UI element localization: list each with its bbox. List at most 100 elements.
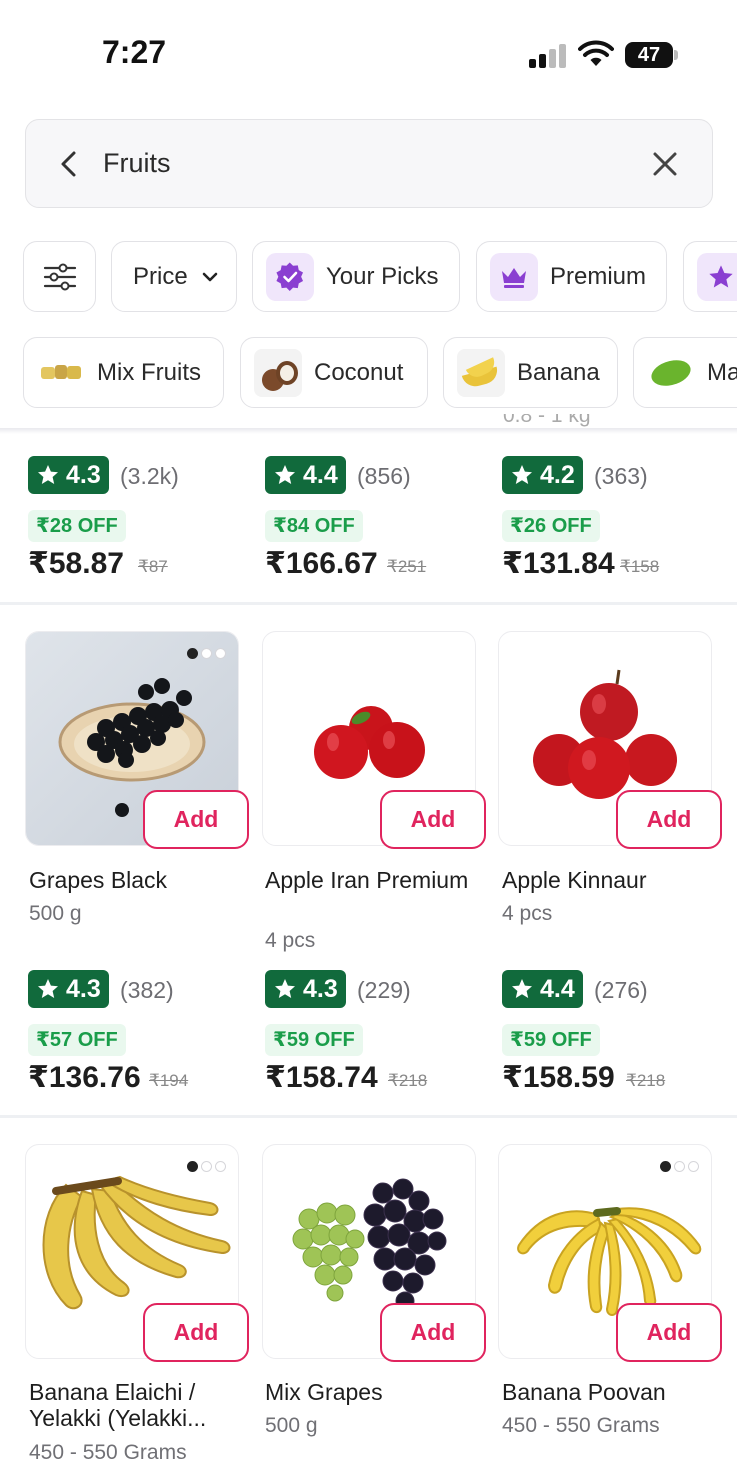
star-icon <box>275 465 295 484</box>
back-arrow-icon[interactable] <box>58 150 80 178</box>
coconut-label: Coconut <box>314 358 404 386</box>
price: ₹136.76 <box>28 1061 141 1094</box>
product-name: Grapes Black <box>29 867 168 893</box>
star-icon <box>512 979 532 998</box>
discount-badge: ₹57 OFF <box>28 1024 126 1056</box>
discount-badge: ₹84 OFF <box>265 510 363 542</box>
category-mix-fruits[interactable]: Mix Fruits <box>23 337 224 408</box>
mix-fruits-image <box>37 348 85 397</box>
sliders-icon <box>43 263 76 290</box>
price: ₹166.67 <box>265 547 378 580</box>
star-icon <box>38 979 58 998</box>
wifi-icon <box>578 40 614 66</box>
rating-badge: 4.4 <box>502 970 583 1008</box>
battery-cap <box>674 50 678 60</box>
category-mango[interactable]: Ma <box>633 337 737 408</box>
product-name: Apple Kinnaur <box>502 867 647 893</box>
price: ₹158.74 <box>265 1061 378 1094</box>
price-filter-dropdown[interactable]: Price <box>111 241 237 312</box>
rating-count: (856) <box>357 463 411 489</box>
rating-count: (276) <box>594 977 648 1003</box>
discount-badge: ₹26 OFF <box>502 510 600 542</box>
your-picks-filter[interactable]: Your Picks <box>252 241 460 312</box>
product-name: Banana Poovan <box>502 1379 666 1405</box>
discount-badge: ₹59 OFF <box>502 1024 600 1056</box>
rating-value: 4.2 <box>540 460 575 489</box>
mrp: ₹158 <box>620 557 660 576</box>
category-coconut[interactable]: Coconut <box>240 337 428 408</box>
rating-count: (229) <box>357 977 411 1003</box>
category-banana[interactable]: Banana <box>443 337 618 408</box>
row-separator <box>0 602 737 605</box>
search-input[interactable]: Fruits <box>103 148 171 179</box>
star-icon <box>697 252 737 301</box>
premium-label: Premium <box>550 262 647 290</box>
rating-count: (382) <box>120 977 174 1003</box>
price-filter-label: Price <box>133 262 188 290</box>
banana-label: Banana <box>517 358 600 386</box>
chevron-down-icon <box>202 272 217 281</box>
close-icon[interactable] <box>652 151 678 177</box>
mrp: ₹194 <box>149 1071 189 1090</box>
image-pagination <box>660 1161 699 1172</box>
add-button[interactable]: Add <box>143 790 249 849</box>
price: ₹131.84 <box>502 547 615 580</box>
price: ₹58.87 <box>28 547 124 580</box>
product-name: Banana Elaichi / Yelakki (Yelakki... <box>29 1379 207 1431</box>
banana-image <box>457 348 505 397</box>
search-bar[interactable]: Fruits <box>25 119 713 208</box>
status-bar: 7:27 47 <box>0 0 737 100</box>
rating-badge: 4.3 <box>265 970 346 1008</box>
product-name: Mix Grapes <box>265 1379 383 1405</box>
verified-badge-icon <box>266 252 314 301</box>
product-quantity: 4 pcs <box>265 929 316 952</box>
mrp: ₹251 <box>387 557 427 576</box>
product-quantity: 4 pcs <box>502 902 553 925</box>
add-button[interactable]: Add <box>380 790 486 849</box>
add-button[interactable]: Add <box>380 1303 486 1362</box>
price: ₹158.59 <box>502 1061 615 1094</box>
rating-badge: 4.4 <box>265 456 346 494</box>
rating-count: (363) <box>594 463 648 489</box>
product-quantity: 450 - 550 Grams <box>29 1441 187 1464</box>
rating-value: 4.3 <box>66 974 101 1003</box>
discount-badge: ₹28 OFF <box>28 510 126 542</box>
mango-image <box>647 348 695 397</box>
star-icon <box>275 979 295 998</box>
rating-badge: 4.3 <box>28 456 109 494</box>
add-button[interactable]: Add <box>143 1303 249 1362</box>
cellular-signal-icon <box>529 42 569 68</box>
image-pagination <box>187 1161 226 1172</box>
battery-icon: 47 <box>625 42 673 68</box>
mrp: ₹218 <box>388 1071 428 1090</box>
star-icon <box>512 465 532 484</box>
mrp: ₹87 <box>138 557 168 576</box>
crown-icon <box>490 252 538 301</box>
row-separator <box>0 1115 737 1118</box>
add-button[interactable]: Add <box>616 790 722 849</box>
rating-value: 4.3 <box>66 460 101 489</box>
rating-badge: 4.3 <box>28 970 109 1008</box>
image-pagination <box>187 648 226 659</box>
extra-filter-chip[interactable] <box>683 241 737 312</box>
rating-count: (3.2k) <box>120 463 179 489</box>
mrp: ₹218 <box>626 1071 666 1090</box>
rating-value: 4.4 <box>303 460 338 489</box>
mango-label: Ma <box>707 358 737 386</box>
clipped-qty: 0.8 - 1 kg <box>503 414 591 427</box>
star-icon <box>38 465 58 484</box>
rating-value: 4.3 <box>303 974 338 1003</box>
mix-fruits-label: Mix Fruits <box>97 358 201 386</box>
rating-value: 4.4 <box>540 974 575 1003</box>
product-name: Apple Iran Premium <box>265 867 469 893</box>
premium-filter[interactable]: Premium <box>476 241 667 312</box>
header-shadow <box>0 428 737 434</box>
product-quantity: 450 - 550 Grams <box>502 1414 660 1437</box>
filter-settings-button[interactable] <box>23 241 96 312</box>
add-button[interactable]: Add <box>616 1303 722 1362</box>
product-quantity: 500 g <box>29 902 82 925</box>
discount-badge: ₹59 OFF <box>265 1024 363 1056</box>
coconut-image <box>254 348 302 397</box>
rating-badge: 4.2 <box>502 456 583 494</box>
your-picks-label: Your Picks <box>326 262 439 290</box>
